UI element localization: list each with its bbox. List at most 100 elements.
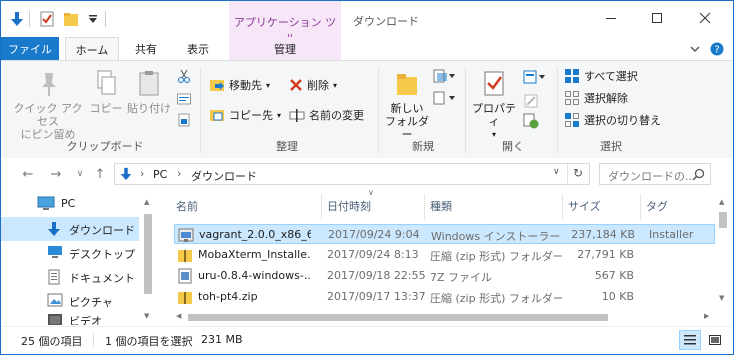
sort-indicator-icon: ∨ [368,188,374,197]
tab-share[interactable]: 共有 [123,37,169,61]
nav-item-pc[interactable]: PC [1,192,139,216]
column-header-size[interactable]: サイズ [568,198,601,214]
open-icon[interactable] [523,69,545,88]
breadcrumb-pc[interactable]: PC [153,168,167,181]
title-bar: アプリケーション ツール ダウンロード [1,1,733,45]
move-to-button[interactable]: 移動先 ▾ [209,75,270,95]
paste-button[interactable]: 貼り付け [127,69,171,115]
move-to-icon [210,80,224,91]
msi-installer-icon [178,228,194,242]
file-list-vscrollbar[interactable]: ▲ ▼ [715,190,731,308]
history-icon[interactable] [523,113,539,132]
paste-shortcut-icon[interactable] [177,113,191,130]
nav-pane-scrollbar[interactable]: ▲ ▼ [140,190,156,325]
scroll-down-icon[interactable]: ▼ [719,294,724,302]
column-header-name[interactable]: 名前 [176,198,198,214]
tab-view[interactable]: 表示 [175,37,221,61]
cut-icon[interactable] [177,69,191,86]
recent-locations-button[interactable]: ∨ [71,166,89,182]
nav-item-desktop[interactable]: デスクトップ [1,241,139,265]
minimize-button[interactable] [589,5,633,31]
nav-item-downloads[interactable]: ダウンロード [1,217,139,241]
select-all-button[interactable]: すべて選択 [564,66,638,86]
tab-manage[interactable]: 管理 [229,37,341,61]
dropdown-arrow-icon: ▾ [266,80,271,90]
column-divider[interactable] [424,194,425,220]
delete-button[interactable]: 削除 ▾ [289,75,337,95]
rename-label: 名前の変更 [309,109,364,122]
chevron-down-icon [690,46,700,52]
search-input[interactable]: ダウンロードの... [599,163,711,185]
explorer-window: アプリケーション ツール ダウンロード ファイル ホーム 共有 表示 管理 ? … [0,0,734,355]
nav-item-pictures[interactable]: ピクチャ [1,289,139,313]
nav-item-videos[interactable]: ビデオ [1,311,139,325]
column-header-date[interactable]: 日付時刻 [327,198,371,214]
select-none-button[interactable]: 選択解除 [564,88,628,108]
column-header-type[interactable]: 種類 [430,198,452,214]
easy-access-icon[interactable] [433,91,455,108]
nav-label: PC [61,197,76,210]
folder-down-icon[interactable] [7,9,27,29]
maximize-button[interactable] [635,5,679,31]
qa-customize-icon[interactable] [85,9,101,29]
scroll-down-icon[interactable]: ▼ [144,312,149,320]
nav-item-documents[interactable]: ドキュメント [1,265,139,289]
table-row[interactable]: MobaXterm_Installe... 2017/09/24 8:13 圧縮… [174,245,715,265]
column-header-tag[interactable]: タグ [646,198,668,214]
table-row[interactable]: toh-pt4.zip 2017/09/17 13:37 圧縮 (zip 形式)… [174,287,715,307]
table-row[interactable]: vagrant_2.0.0_x86_6... 2017/09/24 9:04 W… [174,224,715,244]
address-dropdown-icon[interactable]: ∨ [553,167,560,177]
scroll-right-icon[interactable]: ▶ [704,312,709,320]
scrollbar-thumb[interactable] [188,314,608,321]
rename-button[interactable]: 名前の変更 [289,105,364,125]
properties-button[interactable]: プロパティ ▾ [469,69,519,141]
details-view-button[interactable] [679,330,701,350]
search-icon [692,168,705,181]
collapse-ribbon-button[interactable] [685,37,705,61]
new-folder-quick-icon[interactable] [61,9,81,29]
breadcrumb-downloads[interactable]: ダウンロード [191,168,257,184]
copy-to-label: コピー先 [229,109,273,122]
invert-selection-button[interactable]: 選択の切り替え [564,110,661,130]
table-row[interactable]: uru-0.8.4-windows-... 2017/09/18 22:55 7… [174,266,715,286]
scrollbar-thumb[interactable] [719,212,727,228]
up-button[interactable]: ↑ [91,166,109,182]
column-divider[interactable] [562,194,563,220]
ribbon-separator [465,67,466,153]
back-button[interactable]: ← [19,166,37,182]
ribbon-tabs: ファイル ホーム 共有 表示 管理 ? [1,37,733,62]
new-item-icon[interactable] [433,69,455,86]
selection-count: 1 個の項目を選択 [105,335,193,348]
file-name: MobaXterm_Installe... [198,248,310,261]
column-divider[interactable] [321,194,322,220]
copy-path-icon[interactable] [177,93,191,108]
arrow-up-icon: ↑ [94,166,106,182]
divider [105,11,106,27]
refresh-icon[interactable]: ↻ [573,166,583,180]
pin-quick-access-button[interactable]: クイック アクセス にピン留め [13,69,83,141]
forward-button[interactable]: → [47,166,65,182]
copy-button[interactable]: コピー [87,69,125,115]
scroll-up-icon[interactable]: ▲ [719,198,724,206]
address-bar-row: ← → ∨ ↑ › PC › ダウンロード ∨ ↻ ダウンロードの... [1,158,733,190]
tab-file[interactable]: ファイル [1,37,59,61]
dropdown-arrow-icon: ▾ [277,110,282,120]
tab-home[interactable]: ホーム [65,37,119,62]
pc-icon [37,196,55,210]
properties-check-icon[interactable] [37,9,57,29]
close-button[interactable] [683,5,727,31]
column-divider[interactable] [640,194,641,220]
new-folder-button[interactable]: 新しい フォルダー [383,69,431,141]
copy-to-button[interactable]: コピー先 ▾ [209,105,281,125]
address-bar[interactable]: › PC › ダウンロード ∨ ↻ [114,163,590,185]
file-type: 圧縮 (zip 形式) フォルダー [430,292,562,305]
file-size: 567 KB [594,269,634,282]
details-view-icon [684,335,696,345]
scroll-left-icon[interactable]: ◀ [176,312,181,320]
file-list-hscrollbar[interactable]: ◀ ▶ [174,310,715,324]
paste-icon [139,71,159,96]
large-icons-view-button[interactable] [705,330,725,350]
help-button[interactable]: ? [707,37,727,61]
scrollbar-thumb[interactable] [144,214,152,294]
scroll-up-icon[interactable]: ▲ [144,198,149,206]
